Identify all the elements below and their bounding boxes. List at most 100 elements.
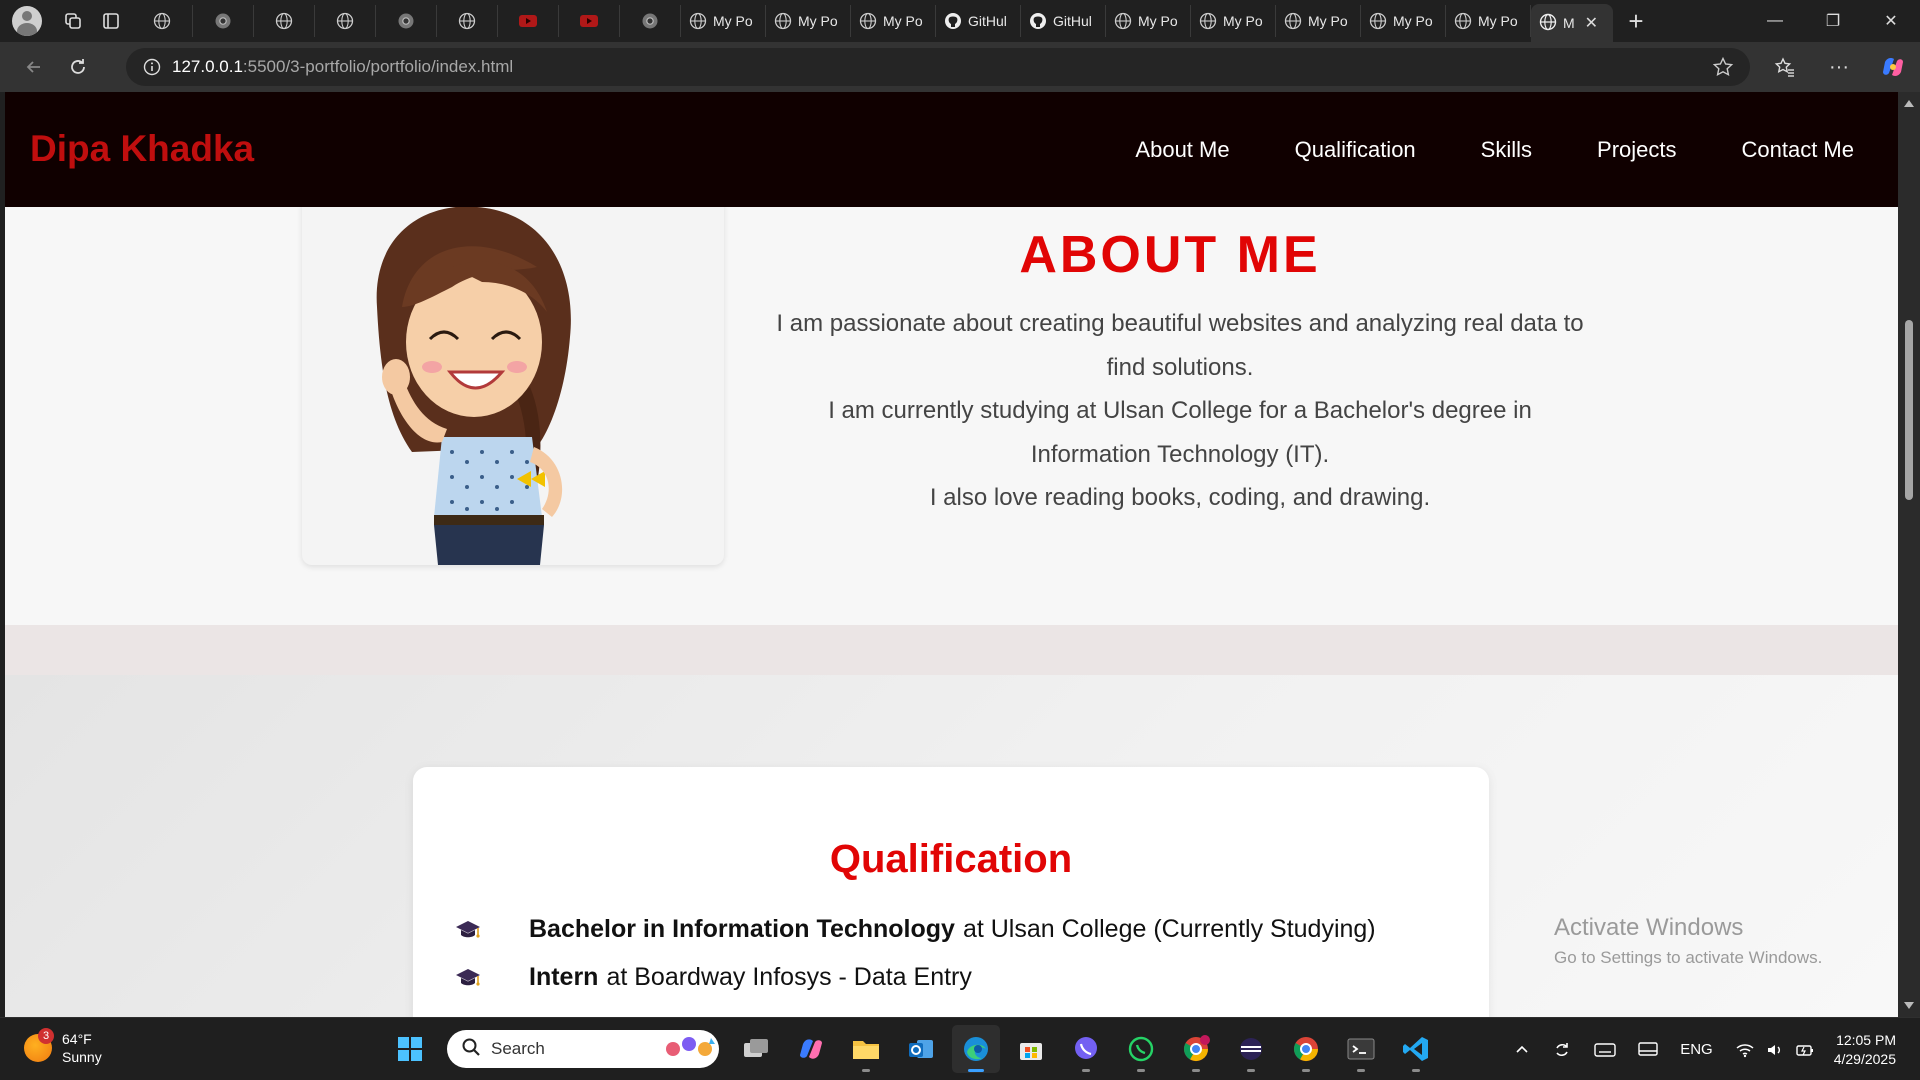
volume-icon[interactable] bbox=[1766, 1042, 1784, 1058]
browser-tab[interactable]: My Po bbox=[1276, 5, 1361, 37]
globe-icon bbox=[458, 12, 476, 30]
scroll-thumb[interactable] bbox=[1905, 320, 1913, 500]
vscode-icon[interactable] bbox=[1392, 1025, 1440, 1073]
page-viewport: Dipa Khadka About Me Qualification Skill… bbox=[5, 92, 1898, 1017]
site-info-icon[interactable] bbox=[132, 58, 172, 76]
new-tab-button[interactable]: + bbox=[1613, 5, 1659, 37]
terminal-icon[interactable] bbox=[1337, 1025, 1385, 1073]
nav-skills[interactable]: Skills bbox=[1481, 137, 1532, 163]
chrome-profile-icon[interactable] bbox=[1172, 1025, 1220, 1073]
browser-tab[interactable]: My Po bbox=[1191, 5, 1276, 37]
viber-icon[interactable] bbox=[1062, 1025, 1110, 1073]
taskbar-clock[interactable]: 12:05 PM 4/29/2025 bbox=[1834, 1031, 1896, 1069]
workspaces-icon[interactable] bbox=[56, 6, 90, 36]
start-button[interactable] bbox=[386, 1025, 434, 1073]
chrome-tab-icon bbox=[214, 12, 232, 30]
browser-tab[interactable] bbox=[437, 5, 498, 37]
microsoft-store-icon[interactable] bbox=[1007, 1025, 1055, 1073]
favorites-icon[interactable] bbox=[1758, 56, 1812, 78]
qualification-title: Qualification bbox=[829, 837, 1073, 881]
nav-qualification[interactable]: Qualification bbox=[1295, 137, 1416, 163]
browser-tab[interactable]: My Po bbox=[1446, 5, 1531, 37]
about-section: ABOUT ME I am passionate about creating … bbox=[5, 197, 1898, 625]
browser-toolbar: 127.0.0.1:5500/3-portfolio/portfolio/ind… bbox=[0, 42, 1920, 92]
system-tray: ENG 12:05 PM 4/29/2025 bbox=[1503, 1018, 1920, 1080]
file-explorer-icon[interactable] bbox=[842, 1025, 890, 1073]
tab-title: My Po bbox=[883, 13, 923, 29]
close-tab-icon[interactable]: ✕ bbox=[1585, 13, 1598, 33]
graduation-cap-icon bbox=[455, 966, 529, 988]
address-bar[interactable]: 127.0.0.1:5500/3-portfolio/portfolio/ind… bbox=[126, 48, 1750, 86]
more-menu-icon[interactable]: ··· bbox=[1812, 56, 1866, 79]
scroll-down-arrow-icon[interactable] bbox=[1904, 1002, 1914, 1009]
eclipse-icon[interactable] bbox=[1227, 1025, 1275, 1073]
browser-tab[interactable] bbox=[498, 5, 559, 37]
tab-actions-icon[interactable] bbox=[94, 6, 128, 36]
qualification-card: Qualification Bachelor in Information Te… bbox=[413, 767, 1489, 1017]
weather-badge: 3 bbox=[38, 1028, 54, 1044]
chrome-icon[interactable] bbox=[1282, 1025, 1330, 1073]
browser-tab[interactable]: My Po bbox=[1106, 5, 1191, 37]
browser-tab[interactable]: My Po bbox=[766, 5, 851, 37]
display-icon[interactable] bbox=[1638, 1041, 1658, 1058]
weather-widget[interactable]: 3 64°F Sunny bbox=[24, 1028, 102, 1066]
browser-tab[interactable]: My Po bbox=[1361, 5, 1446, 37]
wifi-icon[interactable] bbox=[1735, 1042, 1755, 1058]
nav-projects[interactable]: Projects bbox=[1597, 137, 1676, 163]
youtube-icon bbox=[518, 13, 538, 29]
clock-time: 12:05 PM bbox=[1836, 1031, 1896, 1048]
github-icon bbox=[944, 12, 962, 30]
browser-tab[interactable] bbox=[376, 5, 437, 37]
sync-icon[interactable] bbox=[1552, 1040, 1572, 1060]
globe-icon bbox=[1539, 13, 1557, 34]
task-view-icon[interactable] bbox=[732, 1025, 780, 1073]
scroll-up-arrow-icon[interactable] bbox=[1904, 100, 1914, 107]
browser-tab[interactable] bbox=[254, 5, 315, 37]
profile-illustration bbox=[302, 197, 724, 565]
browser-tab[interactable] bbox=[132, 5, 193, 37]
copilot-icon[interactable] bbox=[1866, 54, 1920, 80]
battery-icon[interactable] bbox=[1795, 1042, 1815, 1058]
favorite-star-icon[interactable] bbox=[1712, 56, 1734, 83]
tab-title: My Po bbox=[1138, 13, 1178, 29]
tab-title: GitHul bbox=[1053, 13, 1092, 29]
youtube-icon bbox=[579, 13, 599, 29]
watermark-subtitle: Go to Settings to activate Windows. bbox=[1554, 948, 1823, 967]
globe-icon bbox=[689, 12, 707, 30]
edge-browser-icon[interactable] bbox=[952, 1025, 1000, 1073]
browser-tab[interactable] bbox=[315, 5, 376, 37]
back-button[interactable] bbox=[12, 47, 56, 87]
nav-contact-me[interactable]: Contact Me bbox=[1742, 137, 1855, 163]
browser-tab[interactable] bbox=[620, 5, 681, 37]
tab-title: My Po bbox=[713, 13, 753, 29]
close-window-button[interactable]: ✕ bbox=[1862, 0, 1920, 42]
site-navbar: Dipa Khadka About Me Qualification Skill… bbox=[5, 92, 1898, 207]
qualification-role: Intern bbox=[529, 962, 599, 991]
copilot-app-icon[interactable] bbox=[787, 1025, 835, 1073]
outlook-icon[interactable] bbox=[897, 1025, 945, 1073]
taskbar-search[interactable]: Search bbox=[447, 1030, 719, 1068]
whatsapp-icon[interactable] bbox=[1117, 1025, 1165, 1073]
tab-title: My Po bbox=[1393, 13, 1433, 29]
browser-tab[interactable] bbox=[193, 5, 254, 37]
site-menu: About Me Qualification Skills Projects C… bbox=[1135, 137, 1854, 163]
refresh-button[interactable] bbox=[56, 47, 100, 87]
tab-active[interactable]: M ✕ bbox=[1531, 4, 1613, 42]
keyboard-icon[interactable] bbox=[1594, 1042, 1616, 1058]
browser-tab[interactable] bbox=[559, 5, 620, 37]
browser-tab[interactable]: My Po bbox=[681, 5, 766, 37]
browser-tab[interactable]: GitHul bbox=[1021, 5, 1106, 37]
site-brand[interactable]: Dipa Khadka bbox=[30, 128, 254, 170]
maximize-button[interactable]: ❐ bbox=[1804, 0, 1862, 42]
tab-title: My Po bbox=[798, 13, 838, 29]
minimize-button[interactable]: — bbox=[1746, 0, 1804, 42]
language-indicator[interactable]: ENG bbox=[1680, 1041, 1713, 1058]
browser-tab[interactable]: GitHul bbox=[936, 5, 1021, 37]
activate-windows-watermark: Activate Windows Go to Settings to activ… bbox=[1554, 914, 1822, 968]
show-hidden-icons-chevron-icon[interactable] bbox=[1514, 1042, 1530, 1058]
profile-avatar[interactable] bbox=[12, 6, 42, 36]
browser-tab[interactable]: My Po bbox=[851, 5, 936, 37]
window-controls: — ❐ ✕ bbox=[1746, 0, 1920, 42]
nav-about-me[interactable]: About Me bbox=[1135, 137, 1229, 163]
page-scrollbar[interactable] bbox=[1898, 92, 1920, 1017]
